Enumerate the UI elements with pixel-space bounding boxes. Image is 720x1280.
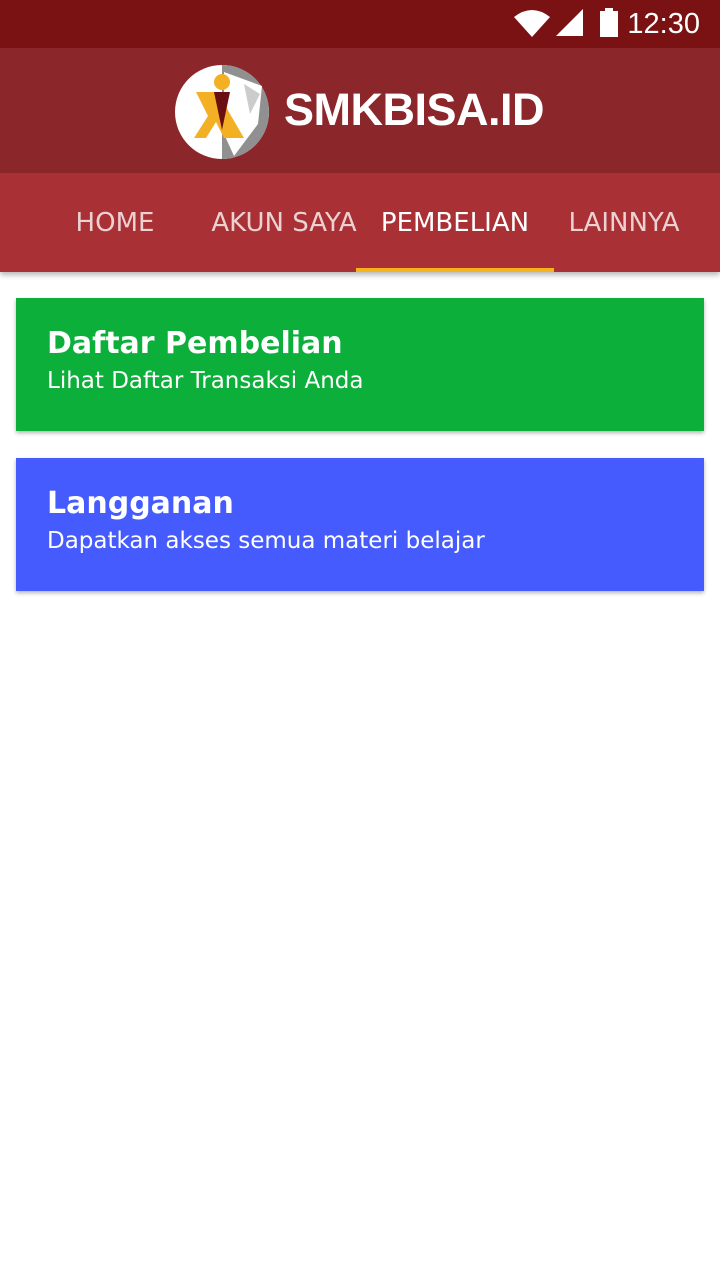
status-time: 12:30 [627,8,700,40]
card-title: Daftar Pembelian [47,326,343,361]
smkbisa-logo-icon [175,65,269,159]
card-subtitle: Lihat Daftar Transaksi Anda [47,368,364,394]
tab-bar: HOME AKUN SAYA PEMBELIAN LAINNYA [0,173,720,272]
logo-text: SMKBISA.ID [284,84,545,135]
card-subtitle: Dapatkan akses semua materi belajar [47,528,485,554]
battery-icon [600,8,618,37]
tab-lainnya[interactable]: LAINNYA [554,173,694,272]
app-header: SMKBISA.ID [0,48,720,173]
tab-pembelian[interactable]: PEMBELIAN [356,173,554,272]
tab-akun-saya[interactable]: AKUN SAYA [200,173,368,272]
status-bar: 12:30 [0,0,720,48]
card-title: Langganan [47,486,234,521]
signal-icon [556,9,583,36]
active-tab-indicator [356,268,554,272]
tab-home[interactable]: HOME [30,173,200,272]
langganan-card[interactable]: Langganan Dapatkan akses semua materi be… [16,458,704,591]
daftar-pembelian-card[interactable]: Daftar Pembelian Lihat Daftar Transaksi … [16,298,704,431]
wifi-icon [514,10,550,37]
